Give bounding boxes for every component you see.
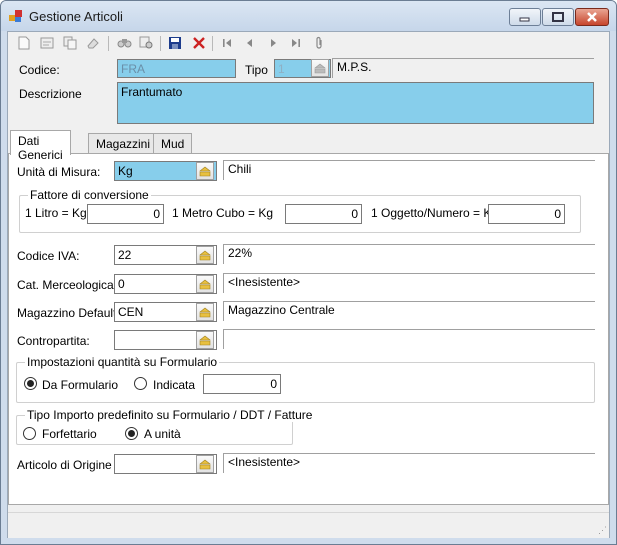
articolo-origine-label: Articolo di Origine [17,458,112,472]
status-bar: ⋰ [8,512,609,538]
tipo-importo-title: Tipo Importo predefinito su Formulario /… [25,408,315,422]
unita-lookup-button[interactable] [196,162,214,180]
indicata-label[interactable]: Indicata [153,378,195,392]
cat-merceologica-description: <Inesistente> [223,273,595,293]
magazzino-default-label: Magazzino Default: [17,306,120,320]
next-icon[interactable] [265,35,281,51]
unita-label: Unità di Misura: [17,165,101,179]
lookup-icon [199,279,211,289]
lookup-icon [199,250,211,260]
codice-field[interactable]: FRA [117,59,236,78]
cat-merceologica-label: Cat. Merceologica: [17,278,118,292]
last-icon[interactable] [288,35,304,51]
lookup-icon [199,459,211,469]
find-filter-icon[interactable] [138,35,154,51]
tab-magazzini[interactable]: Magazzini [88,133,159,154]
maximize-button[interactable] [542,8,574,26]
lookup-icon [199,335,211,345]
descrizione-field[interactable]: Frantumato [117,82,594,124]
toolbar-separator [108,36,109,51]
minimize-icon [519,17,530,22]
delete-icon[interactable] [191,35,207,51]
contropartita-label: Contropartita: [17,334,90,348]
tipo-label: Tipo [245,63,268,77]
first-icon[interactable] [219,35,235,51]
client-area: Codice: FRA Tipo 1 M.P.S. Descrizione Fr… [7,31,610,538]
impostazioni-quantita-title: Impostazioni quantità su Formulario [25,355,220,369]
indicata-radio[interactable] [134,377,147,390]
lookup-icon [199,166,211,176]
minimize-button[interactable] [509,8,541,26]
oggetto-field[interactable]: 0 [488,204,565,224]
contropartita-lookup-button[interactable] [196,331,214,349]
tab-dati-generici[interactable]: Dati Generici [10,130,71,162]
codice-iva-description: 22% [223,244,595,264]
app-icon [9,10,22,22]
close-button[interactable] [575,8,609,26]
tipo-lookup-button[interactable] [311,59,329,77]
da-formulario-radio[interactable] [24,377,37,390]
da-formulario-label[interactable]: Da Formulario [42,378,118,392]
toolbar-separator [160,36,161,51]
forfettario-label[interactable]: Forfettario [42,427,97,441]
maximize-icon [552,12,564,22]
cat-merceologica-lookup-button[interactable] [196,275,214,293]
erase-icon[interactable] [85,35,101,51]
litro-field[interactable]: 0 [87,204,164,224]
toolbar-separator [212,36,213,51]
edit-icon[interactable] [39,35,55,51]
prev-icon[interactable] [242,35,258,51]
lookup-icon [314,63,326,73]
copy-icon[interactable] [62,35,78,51]
litro-label: 1 Litro = Kg [25,206,87,220]
resize-grip-icon[interactable]: ⋰ [598,525,607,536]
window-title: Gestione Articoli [29,9,123,24]
contropartita-description [223,329,595,349]
a-unita-label[interactable]: A unità [144,427,181,441]
codice-iva-label: Codice IVA: [17,249,80,263]
codice-label: Codice: [19,63,60,77]
oggetto-label: 1 Oggetto/Numero = Kg [371,206,499,220]
toolbar [8,32,609,54]
tab-mud[interactable]: Mud [153,133,193,154]
indicata-field[interactable]: 0 [203,374,281,394]
lookup-icon [199,307,211,317]
forfettario-radio[interactable] [23,427,36,440]
window: Gestione Articoli Codice: FRA Tipo 1 M.P… [0,0,617,545]
tipo-description: M.P.S. [332,58,594,78]
save-icon[interactable] [167,35,183,51]
a-unita-radio[interactable] [125,427,138,440]
title-bar[interactable]: Gestione Articoli [1,1,616,31]
magazzino-default-description: Magazzino Centrale [223,301,595,321]
articolo-origine-description: <Inesistente> [223,453,595,473]
metro-cubo-label: 1 Metro Cubo = Kg [172,206,274,220]
tab-page-dati-generici: Unità di Misura: Kg Chili Fattore di con… [8,153,609,505]
unita-description: Chili [223,160,595,180]
find-icon[interactable] [116,35,132,51]
metro-cubo-field[interactable]: 0 [285,204,362,224]
new-icon[interactable] [16,35,32,51]
codice-iva-lookup-button[interactable] [196,246,214,264]
attach-icon[interactable] [311,35,327,51]
fattore-conversione-title: Fattore di conversione [28,188,151,202]
close-icon [587,12,597,22]
descrizione-label: Descrizione [19,87,82,101]
magazzino-default-lookup-button[interactable] [196,303,214,321]
articolo-origine-lookup-button[interactable] [196,455,214,473]
